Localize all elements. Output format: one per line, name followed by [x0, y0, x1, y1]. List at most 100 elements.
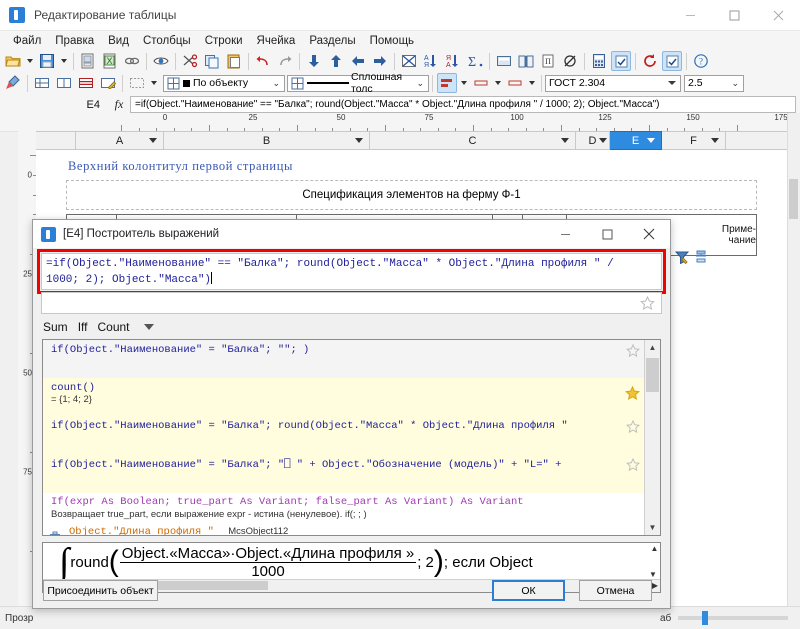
align-center-dropdown-icon[interactable]: [495, 81, 501, 85]
chevron-down-icon[interactable]: ⌄: [731, 79, 739, 88]
sort-desc-icon[interactable]: ЯA: [443, 51, 463, 71]
object-property-row[interactable]: Object."Длина профиля " McsObject112: [43, 524, 660, 536]
group-icon[interactable]: [694, 250, 708, 267]
open-icon[interactable]: [3, 51, 23, 71]
menu-item-file[interactable]: Файл: [6, 33, 48, 49]
filter-icon[interactable]: [675, 250, 689, 267]
chevron-down-icon[interactable]: [711, 138, 719, 143]
favorite-star-icon-active[interactable]: [625, 386, 640, 405]
function-tabs-dropdown-icon[interactable]: [144, 324, 154, 330]
insert-row-icon[interactable]: [76, 73, 96, 93]
grid-style-icon[interactable]: [127, 73, 147, 93]
chevron-down-icon[interactable]: ⌄: [416, 79, 424, 88]
grid-style-dropdown-icon[interactable]: [151, 81, 157, 85]
auto-refresh-toggle[interactable]: [662, 51, 682, 71]
link-icon[interactable]: [122, 51, 142, 71]
calc-field-icon[interactable]: [494, 51, 514, 71]
tab-iff[interactable]: Iff: [78, 320, 88, 334]
dialog-minimize-button[interactable]: [544, 220, 586, 248]
border-object-combo[interactable]: По объекту ⌄: [163, 75, 285, 92]
menu-item-help[interactable]: Помощь: [363, 33, 421, 49]
chevron-down-icon[interactable]: [149, 138, 157, 143]
maximize-button[interactable]: [712, 0, 756, 30]
menu-item-columns[interactable]: Столбцы: [136, 33, 198, 49]
menu-item-rows[interactable]: Строки: [198, 33, 250, 49]
line-style-combo[interactable]: Сплошная толс ⌄: [287, 75, 429, 92]
suggestion-list[interactable]: if(Object."Наименование" = "Балка"; ""; …: [42, 339, 661, 536]
catalog-icon[interactable]: [516, 51, 536, 71]
column-header-a[interactable]: A: [76, 131, 164, 150]
open-dropdown-icon[interactable]: [27, 59, 33, 63]
ok-button[interactable]: ОК: [492, 580, 565, 601]
align-right-dropdown-icon[interactable]: [529, 81, 535, 85]
list-item[interactable]: if(Object."Наименование" = "Балка"; roun…: [43, 416, 660, 454]
font-combo[interactable]: ГОСТ 2.304: [545, 75, 681, 92]
clear-cells-icon[interactable]: [399, 51, 419, 71]
chevron-down-icon[interactable]: [561, 138, 569, 143]
attach-object-button[interactable]: Присоединить объект: [43, 580, 158, 601]
save-dropdown-icon[interactable]: [61, 59, 67, 63]
menu-item-edit[interactable]: Правка: [48, 33, 101, 49]
formula-input[interactable]: =if(Object."Наименование" == "Балка"; ro…: [130, 96, 796, 113]
export-excel-icon[interactable]: X: [100, 51, 120, 71]
undo-icon[interactable]: [253, 51, 273, 71]
cancel-button[interactable]: Отмена: [579, 580, 652, 601]
column-header-c[interactable]: C: [370, 131, 576, 150]
minimize-button[interactable]: [668, 0, 712, 30]
favorite-star-icon[interactable]: [640, 296, 655, 314]
column-header-e[interactable]: E: [610, 131, 662, 150]
list-item[interactable]: count() = {1; 4; 2}: [43, 378, 660, 416]
preview-eye-icon[interactable]: [151, 51, 171, 71]
dialog-maximize-button[interactable]: [586, 220, 628, 248]
column-header-d[interactable]: D: [576, 131, 610, 150]
tab-sum[interactable]: Sum: [43, 320, 68, 334]
scrollbar-thumb[interactable]: [646, 358, 659, 392]
align-center-icon[interactable]: [471, 73, 491, 93]
delete-icon[interactable]: [49, 531, 61, 536]
align-left-icon[interactable]: [437, 73, 457, 93]
format-painter-icon[interactable]: [3, 73, 23, 93]
paste-icon[interactable]: [224, 51, 244, 71]
redo-icon[interactable]: [275, 51, 295, 71]
help-icon[interactable]: ?: [691, 51, 711, 71]
list-item[interactable]: if(Object."Наименование" = "Балка"; ""; …: [43, 340, 660, 378]
menu-item-cell[interactable]: Ячейка: [250, 33, 303, 49]
chevron-down-icon[interactable]: [668, 81, 676, 85]
favorite-star-icon[interactable]: [626, 458, 640, 476]
calculator-icon[interactable]: [589, 51, 609, 71]
auto-calc-toggle[interactable]: [611, 51, 631, 71]
scroll-up-icon[interactable]: ▲: [645, 340, 660, 355]
report-icon[interactable]: [78, 51, 98, 71]
move-down-icon[interactable]: [304, 51, 324, 71]
sort-asc-icon[interactable]: AЯ: [421, 51, 441, 71]
refresh-icon[interactable]: [640, 51, 660, 71]
column-header-f[interactable]: F: [662, 131, 726, 150]
chevron-down-icon[interactable]: [355, 138, 363, 143]
cut-icon[interactable]: [180, 51, 200, 71]
empty-set-icon[interactable]: [560, 51, 580, 71]
dialog-close-button[interactable]: [628, 220, 670, 248]
align-right-icon[interactable]: [505, 73, 525, 93]
move-up-icon[interactable]: [326, 51, 346, 71]
copy-icon[interactable]: [202, 51, 222, 71]
column-header-extra[interactable]: [726, 131, 788, 150]
chevron-down-icon[interactable]: [599, 138, 607, 143]
list-item[interactable]: if(Object."Наименование" = "Балка"; "⎕ "…: [43, 454, 660, 493]
scroll-down-icon[interactable]: ▼: [645, 520, 660, 535]
zoom-slider[interactable]: [678, 616, 788, 620]
edit-cells-icon[interactable]: [98, 73, 118, 93]
scroll-up-icon[interactable]: ▲: [649, 543, 660, 554]
suggestion-list-scrollbar[interactable]: ▲ ▼: [644, 340, 660, 535]
fx-icon[interactable]: fx: [108, 97, 130, 112]
move-right-icon[interactable]: [370, 51, 390, 71]
close-button[interactable]: [756, 0, 800, 30]
chevron-down-icon[interactable]: [647, 138, 655, 143]
favorite-star-icon[interactable]: [626, 344, 640, 362]
align-left-dropdown-icon[interactable]: [461, 81, 467, 85]
spec-title-cell[interactable]: Спецификация элементов на ферму Ф-1: [66, 180, 757, 210]
text-props-icon[interactable]: П: [538, 51, 558, 71]
font-size-combo[interactable]: 2.5 ⌄: [684, 75, 744, 92]
menu-item-view[interactable]: Вид: [101, 33, 136, 49]
save-icon[interactable]: [37, 51, 57, 71]
column-header-b[interactable]: B: [164, 131, 370, 150]
